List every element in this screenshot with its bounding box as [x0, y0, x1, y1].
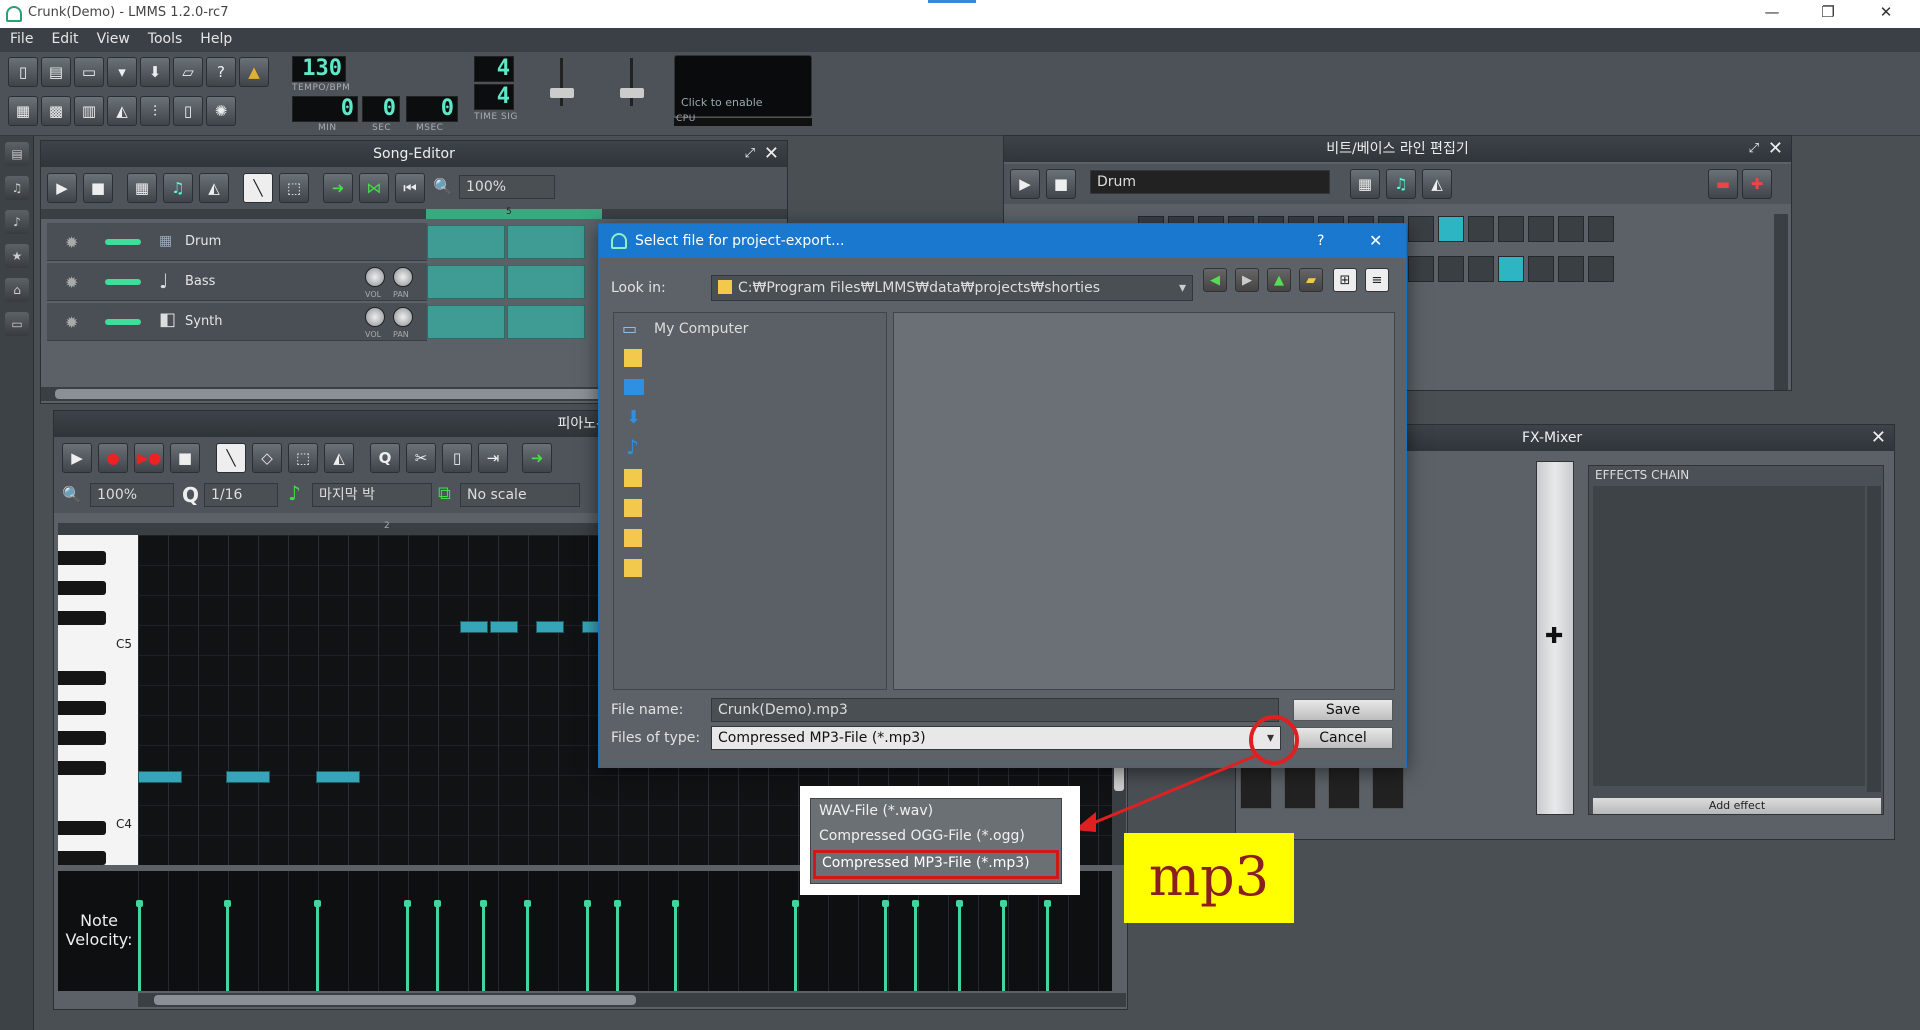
highlight-circle — [1249, 715, 1299, 765]
option-wav[interactable]: WAV-File (*.wav) — [819, 803, 933, 819]
option-mp3-highlight: Compressed MP3-File (*.mp3) — [813, 850, 1059, 879]
mp3-annotation-label: mp3 — [1124, 833, 1294, 923]
annotation-arrow-line — [1085, 754, 1256, 828]
option-mp3[interactable]: Compressed MP3-File (*.mp3) — [822, 855, 1030, 871]
option-ogg[interactable]: Compressed OGG-File (*.ogg) — [819, 828, 1025, 844]
file-type-dropdown-list: WAV-File (*.wav) Compressed OGG-File (*.… — [810, 798, 1062, 884]
